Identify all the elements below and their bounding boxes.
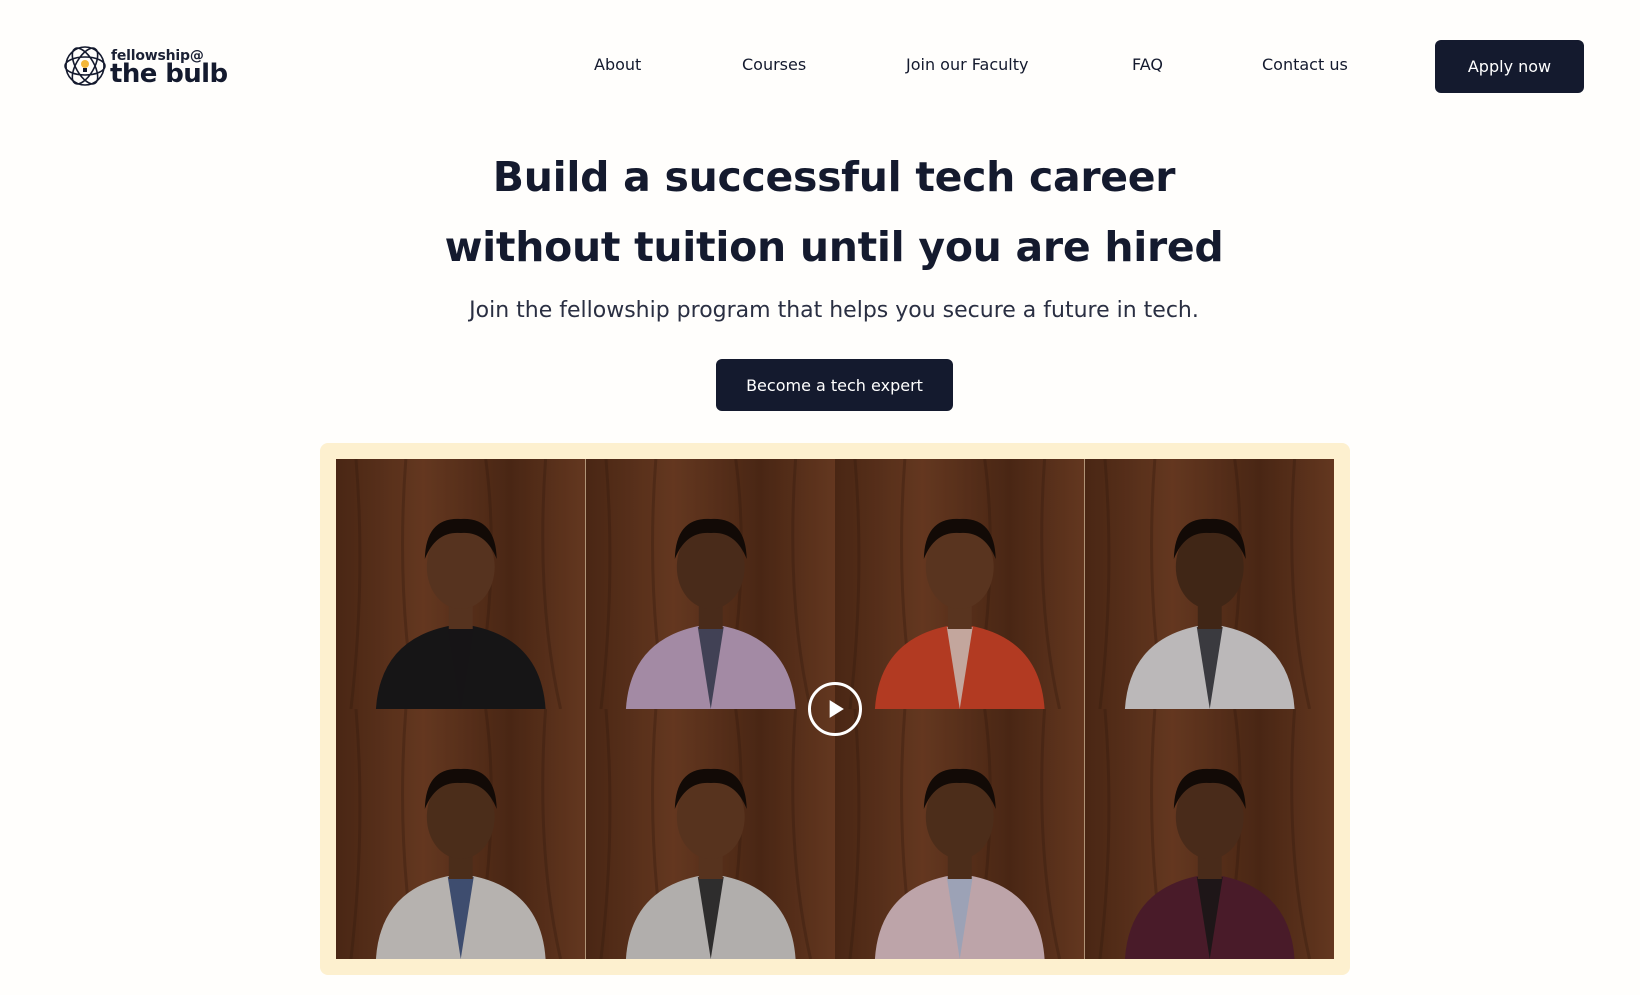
hero-title-line2: without tuition until you are hired xyxy=(444,223,1224,271)
portrait-image xyxy=(835,709,1085,959)
portrait-tile xyxy=(336,709,586,959)
play-icon xyxy=(829,700,844,718)
logo-big-text: the bulb xyxy=(110,59,228,89)
portrait-tile xyxy=(585,459,835,709)
portrait-tile xyxy=(585,709,835,959)
portrait-image xyxy=(835,459,1085,709)
nav-faq[interactable]: FAQ xyxy=(1132,55,1163,74)
nav-about[interactable]: About xyxy=(594,55,641,74)
globe-bulb-icon xyxy=(64,46,106,86)
site-header: fellowship@ the bulb About Courses Join … xyxy=(0,0,1640,132)
portrait-image xyxy=(585,709,835,959)
portrait-tile xyxy=(1084,459,1334,709)
portrait-tile xyxy=(835,459,1085,709)
portrait-image xyxy=(1084,459,1334,709)
portrait-image xyxy=(336,459,586,709)
play-button[interactable] xyxy=(808,682,862,736)
nav-contact[interactable]: Contact us xyxy=(1262,55,1348,74)
portrait-tile xyxy=(336,459,586,709)
nav-courses[interactable]: Courses xyxy=(742,55,806,74)
portrait-image xyxy=(1084,709,1334,959)
portrait-image xyxy=(336,709,586,959)
hero-title: Build a successful tech career without t… xyxy=(220,142,1448,282)
portrait-image xyxy=(585,459,835,709)
nav-join-faculty[interactable]: Join our Faculty xyxy=(906,55,1028,74)
become-tech-expert-button[interactable]: Become a tech expert xyxy=(716,359,953,411)
logo-link[interactable]: fellowship@ the bulb xyxy=(62,43,232,91)
portrait-tile xyxy=(835,709,1085,959)
apply-now-button[interactable]: Apply now xyxy=(1435,40,1584,93)
portrait-tile xyxy=(1084,709,1334,959)
hero-title-line1: Build a successful tech career xyxy=(492,153,1176,201)
hero-subtitle: Join the fellowship program that helps y… xyxy=(469,298,1199,323)
